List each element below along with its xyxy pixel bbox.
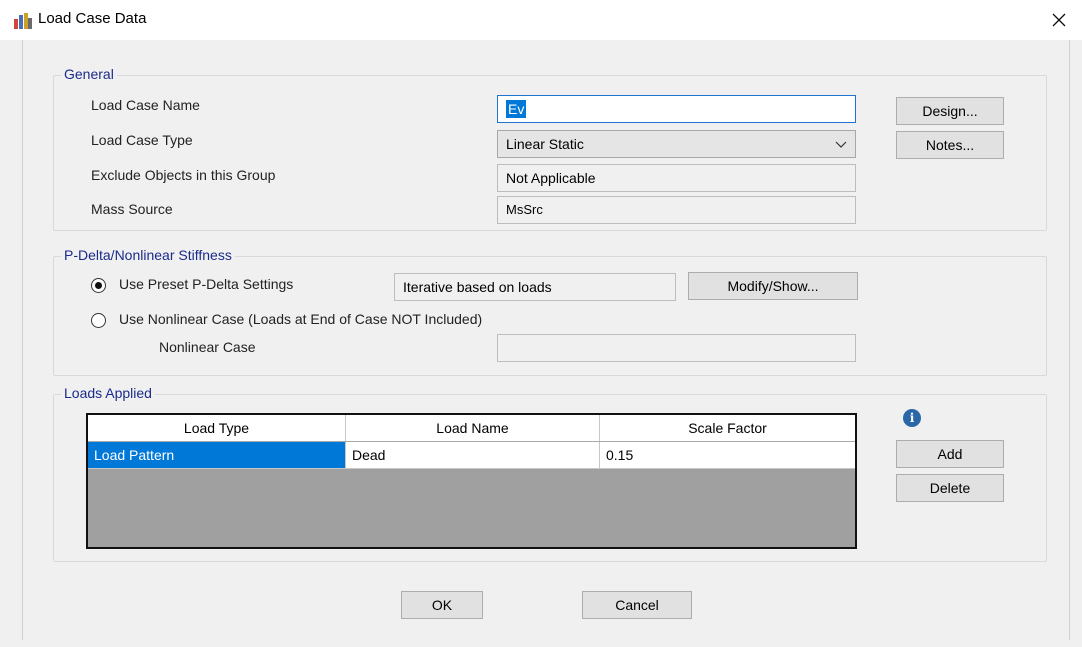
general-group-label: General <box>61 66 117 82</box>
load-case-type-select[interactable]: Linear Static <box>497 130 856 158</box>
info-icon[interactable]: i <box>903 409 921 427</box>
app-icon <box>14 13 32 29</box>
mass-source-label: Mass Source <box>91 201 173 217</box>
close-button[interactable] <box>1036 0 1082 40</box>
cell-load-name[interactable]: Dead <box>346 442 600 469</box>
column-header-scale-factor[interactable]: Scale Factor <box>600 415 855 441</box>
preset-pdelta-label[interactable]: Use Preset P-Delta Settings <box>119 276 293 292</box>
ok-button[interactable]: OK <box>401 591 483 619</box>
loads-applied-group-label: Loads Applied <box>61 385 155 401</box>
load-case-data-dialog: Load Case Data General Load Case Name Ev… <box>0 0 1082 647</box>
nonlinear-case-option-label[interactable]: Use Nonlinear Case (Loads at End of Case… <box>119 311 482 327</box>
notes-button[interactable]: Notes... <box>896 131 1004 159</box>
delete-button[interactable]: Delete <box>896 474 1004 502</box>
nonlinear-case-radio[interactable] <box>91 313 106 328</box>
title-bar: Load Case Data <box>0 0 1082 40</box>
load-case-type-label: Load Case Type <box>91 132 193 148</box>
pdelta-group-label: P-Delta/Nonlinear Stiffness <box>61 247 235 263</box>
modify-show-button[interactable]: Modify/Show... <box>688 272 858 300</box>
exclude-objects-field: Not Applicable <box>497 164 856 192</box>
cancel-button[interactable]: Cancel <box>582 591 692 619</box>
cell-load-type[interactable]: Load Pattern <box>88 442 346 469</box>
add-button[interactable]: Add <box>896 440 1004 468</box>
table-row[interactable]: Load Pattern Dead 0.15 <box>88 442 855 469</box>
window-title: Load Case Data <box>38 10 147 27</box>
preset-pdelta-value: Iterative based on loads <box>394 273 676 301</box>
loads-table[interactable]: Load Type Load Name Scale Factor Load Pa… <box>86 413 857 549</box>
mass-source-field: MsSrc <box>497 196 856 224</box>
load-case-name-label: Load Case Name <box>91 97 200 113</box>
nonlinear-case-label: Nonlinear Case <box>159 339 256 355</box>
design-button[interactable]: Design... <box>896 97 1004 125</box>
close-icon <box>1052 13 1066 27</box>
column-header-load-name[interactable]: Load Name <box>346 415 600 441</box>
exclude-objects-label: Exclude Objects in this Group <box>91 167 276 183</box>
preset-pdelta-radio[interactable] <box>91 278 106 293</box>
loads-table-header: Load Type Load Name Scale Factor <box>88 415 855 442</box>
cell-scale-factor[interactable]: 0.15 <box>600 442 855 469</box>
load-case-name-value: Ev <box>506 100 527 118</box>
chevron-down-icon <box>835 141 847 148</box>
nonlinear-case-field <box>497 334 856 362</box>
load-case-type-value: Linear Static <box>506 136 584 152</box>
column-header-load-type[interactable]: Load Type <box>88 415 346 441</box>
load-case-name-input[interactable]: Ev <box>497 95 856 123</box>
